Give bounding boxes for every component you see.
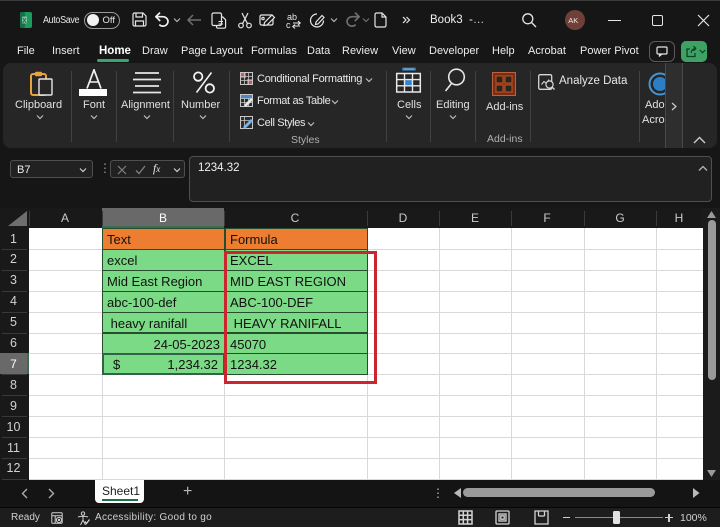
svg-text:X: X — [22, 18, 27, 25]
svg-text:c: c — [286, 20, 291, 29]
